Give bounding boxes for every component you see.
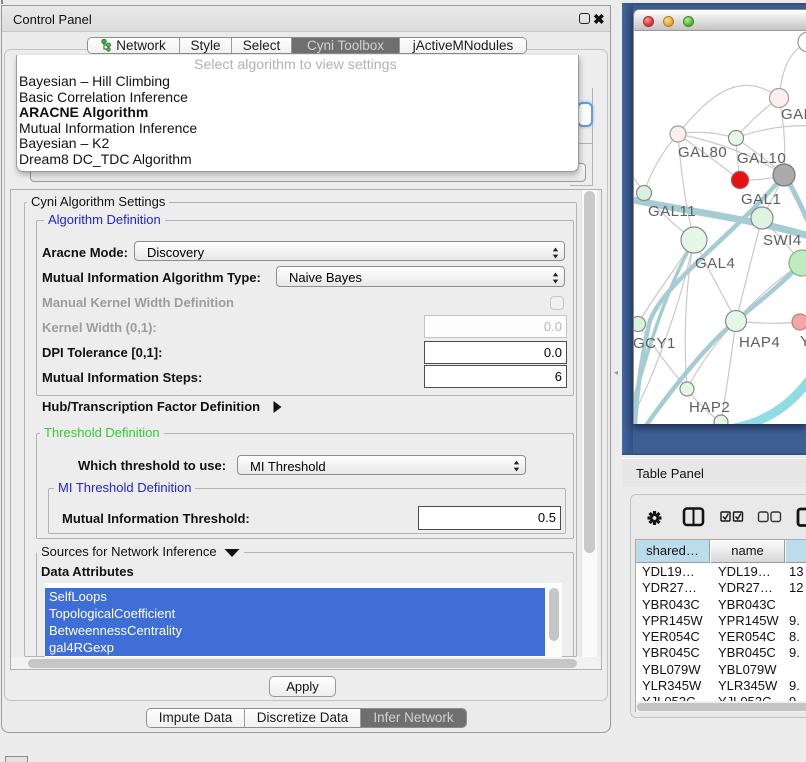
svg-text:GAL11: GAL11	[648, 203, 696, 220]
svg-text:GAL80: GAL80	[678, 144, 727, 161]
svg-text:GAL10: GAL10	[737, 150, 786, 167]
svg-text:GCY1: GCY1	[634, 335, 676, 352]
svg-text:HAP2: HAP2	[689, 399, 730, 416]
svg-text:Y: Y	[800, 333, 806, 350]
svg-text:GAL4: GAL4	[695, 255, 735, 272]
svg-text:SWI4: SWI4	[763, 232, 802, 249]
svg-text:GAL: GAL	[781, 106, 806, 123]
svg-text:HAP4: HAP4	[739, 334, 780, 351]
svg-text:GAL1: GAL1	[741, 191, 781, 208]
